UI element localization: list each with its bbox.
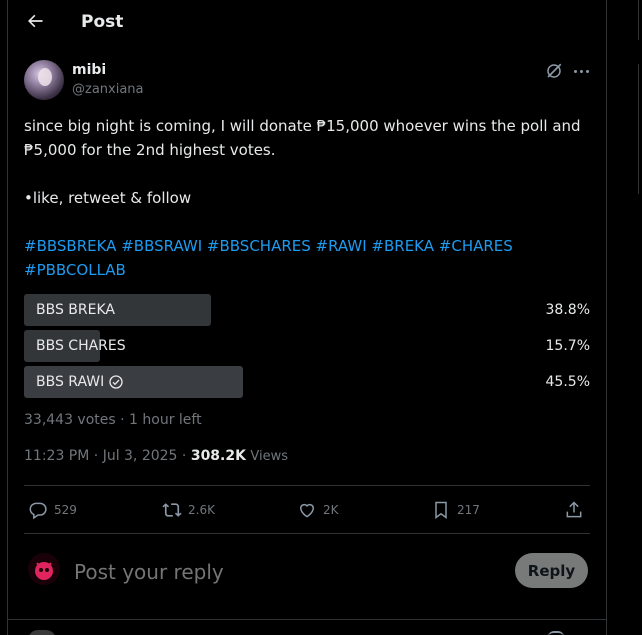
poll-time-left: 1 hour left — [129, 412, 202, 428]
bookmark-count: 217 — [457, 503, 480, 517]
more-options-button[interactable] — [571, 62, 591, 80]
heart-icon — [299, 503, 315, 518]
reply-action[interactable]: 529 — [28, 496, 77, 524]
repost-icon — [162, 503, 182, 517]
author-handle[interactable]: @zanxiana — [72, 82, 144, 97]
bookmark-action[interactable]: 217 — [431, 496, 480, 524]
bookmark-icon — [435, 501, 447, 519]
post-text-line: •like, retweet & follow — [24, 189, 192, 207]
grok-icon — [547, 63, 562, 78]
views-count: 308.2K — [190, 448, 246, 464]
check-circle-icon — [109, 375, 123, 389]
grok-icon — [548, 631, 564, 635]
poll-option: BBS RAWI 45.5% — [24, 366, 590, 398]
share-action[interactable] — [564, 496, 584, 524]
divider — [24, 533, 590, 534]
poll-option-percent: 15.7% — [545, 338, 590, 354]
repost-action[interactable]: 2.6K — [162, 496, 215, 524]
poll-option-label: BBS RAWI — [36, 374, 124, 390]
post-text-line: since big night is coming, I will donate… — [24, 117, 581, 135]
avatar-logo-icon — [28, 553, 60, 585]
author-name[interactable]: mibi — [72, 62, 106, 78]
hashtags: #BBSBREKA #BBSRAWI #BBSCHARES #RAWI #BRE… — [24, 234, 594, 282]
hashtag-link[interactable]: #BBSCHARES — [207, 237, 311, 255]
views-label: Views — [250, 449, 289, 464]
post-timestamp: 11:23 PM · Jul 3, 2025 · 308.2K Views — [24, 448, 289, 464]
more-dot-icon — [573, 69, 577, 73]
hashtag-link[interactable]: #RAWI — [316, 237, 367, 255]
poll-option-percent: 38.8% — [545, 302, 590, 318]
more-dot-icon — [585, 69, 589, 73]
poll-votes: 33,443 votes — [24, 412, 116, 428]
action-bar: 529 2.6K 2K 217 — [24, 496, 590, 524]
post-text-line: ₱5,000 for the 2nd highest votes. — [24, 141, 276, 159]
poll-option-label: BBS BREKA — [36, 302, 115, 318]
author-avatar[interactable] — [24, 60, 64, 100]
divider — [7, 619, 607, 620]
poll-option: BBS CHARES 15.7% — [24, 330, 590, 362]
reply-button[interactable]: Reply — [515, 553, 588, 588]
repost-count: 2.6K — [188, 503, 215, 517]
like-action[interactable]: 2K — [297, 496, 339, 524]
sidebar-divider — [638, 0, 639, 40]
page-title: Post — [81, 12, 124, 32]
more-dot-icon — [579, 69, 583, 73]
hashtag-link[interactable]: #BREKA — [371, 237, 434, 255]
post-time[interactable]: 11:23 PM — [24, 448, 89, 464]
like-count: 2K — [323, 503, 339, 517]
poll-option: BBS BREKA 38.8% — [24, 294, 590, 326]
reply-input[interactable] — [74, 560, 494, 584]
sidebar-divider — [638, 64, 639, 194]
poll-option-label: BBS CHARES — [36, 338, 126, 354]
grok-button[interactable] — [545, 62, 563, 80]
hashtag-link[interactable]: #BBSRAWI — [121, 237, 202, 255]
hashtag-link[interactable]: #PBBCOLLAB — [24, 261, 126, 279]
reply-icon — [29, 502, 47, 520]
post-date[interactable]: Jul 3, 2025 — [103, 448, 178, 464]
share-icon — [566, 501, 582, 518]
divider — [24, 485, 590, 486]
hashtag-link[interactable]: #CHARES — [439, 237, 513, 255]
hashtag-link[interactable]: #BBSBREKA — [24, 237, 116, 255]
poll-option-percent: 45.5% — [545, 374, 590, 390]
reply-count: 529 — [54, 503, 77, 517]
arrow-left-icon — [28, 14, 43, 28]
poll-meta: 33,443 votes · 1 hour left — [24, 412, 202, 428]
user-avatar[interactable] — [28, 553, 60, 585]
back-button[interactable] — [24, 10, 46, 32]
